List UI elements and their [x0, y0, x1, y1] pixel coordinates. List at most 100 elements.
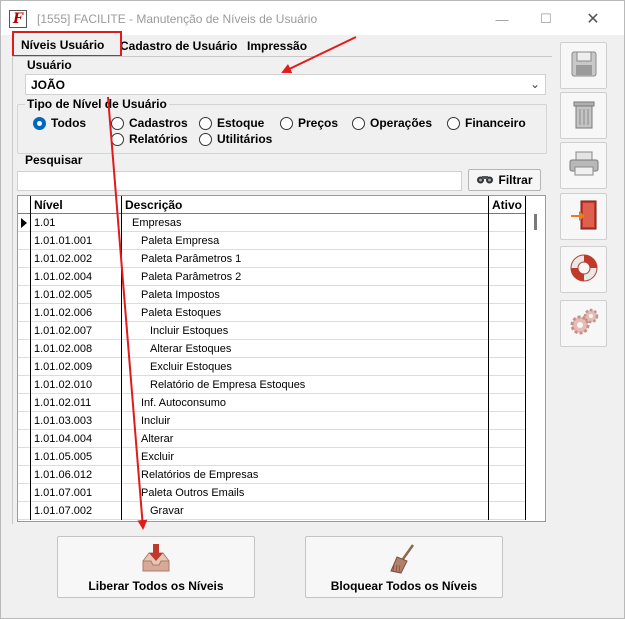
cell-ativo[interactable]: [489, 430, 526, 448]
cell-ativo[interactable]: [489, 394, 526, 412]
help-lifebuoy-icon: [568, 252, 600, 287]
cell-nivel: 1.01.02.006: [31, 304, 122, 322]
row-indicator: [18, 430, 31, 448]
table-row[interactable]: 1.01.02.002 Paleta Parâmetros 1: [18, 250, 526, 268]
search-input[interactable]: [17, 171, 462, 191]
cell-ativo[interactable]: [489, 466, 526, 484]
print-button[interactable]: [560, 142, 607, 189]
chevron-down-icon[interactable]: ⌄: [530, 77, 540, 91]
exit-button[interactable]: [560, 193, 607, 240]
table-row[interactable]: 1.01 Empresas: [18, 214, 526, 232]
radio-relatorios[interactable]: Relatórios: [111, 132, 188, 146]
table-row[interactable]: 1.01.02.006 Paleta Estoques: [18, 304, 526, 322]
cell-descricao: Paleta Parâmetros 1: [122, 250, 489, 268]
cell-descricao: Paleta Outros Emails: [122, 484, 489, 502]
radio-cadastros[interactable]: Cadastros: [111, 116, 188, 130]
usuario-select[interactable]: JOÃO ⌄: [25, 74, 546, 95]
usuario-select-value: JOÃO: [31, 78, 66, 92]
save-button[interactable]: [560, 42, 607, 89]
row-indicator: [18, 322, 31, 340]
table-row[interactable]: 1.01.07.002 Gravar: [18, 502, 526, 520]
table-row[interactable]: 1.01.02.009 Excluir Estoques: [18, 358, 526, 376]
table-row[interactable]: 1.01.02.004 Paleta Parâmetros 2: [18, 268, 526, 286]
cell-ativo[interactable]: [489, 412, 526, 430]
cell-descricao: Paleta Estoques: [122, 304, 489, 322]
cell-nivel: 1.01.07.001: [31, 484, 122, 502]
minimize-button[interactable]: —: [492, 9, 512, 29]
maximize-button[interactable]: ☐: [536, 9, 556, 29]
cell-ativo[interactable]: [489, 304, 526, 322]
radio-operacoes[interactable]: Operações: [352, 116, 432, 130]
row-indicator: [18, 232, 31, 250]
cell-ativo[interactable]: [489, 358, 526, 376]
row-indicator: [18, 376, 31, 394]
usuario-label: Usuário: [27, 58, 72, 72]
cell-ativo[interactable]: [489, 484, 526, 502]
radio-financeiro[interactable]: Financeiro: [447, 116, 526, 130]
niveis-grid[interactable]: Nível Descrição Ativo 1.01 Empresas 1.01.0…: [17, 195, 546, 522]
settings-button[interactable]: [560, 300, 607, 347]
table-row[interactable]: 1.01.06.012 Relatórios de Empresas: [18, 466, 526, 484]
table-row[interactable]: 1.01.02.008 Alterar Estoques: [18, 340, 526, 358]
radio-dot: [33, 116, 46, 130]
cell-ativo[interactable]: [489, 286, 526, 304]
row-indicator: [18, 502, 31, 520]
cell-ativo[interactable]: [489, 502, 526, 520]
table-row[interactable]: 1.01.05.005 Excluir: [18, 448, 526, 466]
grid-header: Nível Descrição Ativo: [18, 196, 526, 214]
bloquear-label: Bloquear Todos os Níveis: [330, 579, 478, 593]
table-row[interactable]: 1.01.04.004 Alterar: [18, 430, 526, 448]
cell-nivel: 1.01: [31, 214, 122, 232]
table-row[interactable]: 1.01.03.003 Incluir: [18, 412, 526, 430]
trash-icon: [569, 98, 599, 133]
table-row[interactable]: 1.01.01.001 Paleta Empresa: [18, 232, 526, 250]
cell-nivel: 1.01.02.008: [31, 340, 122, 358]
radio-precos[interactable]: Preços: [280, 116, 338, 130]
bloquear-todos-button[interactable]: Bloquear Todos os Níveis: [305, 536, 503, 598]
scrollbar-thumb[interactable]: [534, 214, 537, 230]
cell-ativo[interactable]: [489, 322, 526, 340]
cell-ativo[interactable]: [489, 250, 526, 268]
radio-dot: [111, 116, 124, 130]
cell-nivel: 1.01.02.010: [31, 376, 122, 394]
cell-nivel: 1.01.04.004: [31, 430, 122, 448]
cell-descricao: Paleta Impostos: [122, 286, 489, 304]
cell-ativo[interactable]: [489, 340, 526, 358]
radio-dot: [447, 116, 460, 130]
delete-button[interactable]: [560, 92, 607, 139]
menu-impressao[interactable]: Impressão: [247, 39, 307, 53]
table-row[interactable]: 1.01.02.010 Relatório de Empresa Estoques: [18, 376, 526, 394]
radio-utilitarios[interactable]: Utilitários: [199, 132, 272, 146]
table-row[interactable]: 1.01.02.011 Inf. Autoconsumo: [18, 394, 526, 412]
cell-descricao: Excluir: [122, 448, 489, 466]
grid-header-descricao[interactable]: Descrição: [122, 196, 489, 214]
cell-ativo[interactable]: [489, 214, 526, 232]
table-row[interactable]: 1.01.02.005 Paleta Impostos: [18, 286, 526, 304]
settings-gears-icon: [568, 306, 600, 341]
row-indicator: [18, 268, 31, 286]
grid-header-nivel[interactable]: Nível: [31, 196, 122, 214]
grid-header-ativo[interactable]: Ativo: [489, 196, 526, 214]
menu-cadastro-usuario[interactable]: Cadastro de Usuário: [120, 39, 237, 53]
unlock-tray-icon: [139, 543, 173, 578]
cell-nivel: 1.01.02.005: [31, 286, 122, 304]
cell-ativo[interactable]: [489, 376, 526, 394]
help-button[interactable]: [560, 246, 607, 293]
radio-dot: [199, 132, 212, 146]
liberar-todos-button[interactable]: Liberar Todos os Níveis: [57, 536, 255, 598]
cell-ativo[interactable]: [489, 232, 526, 250]
row-indicator: [18, 304, 31, 322]
table-row[interactable]: 1.01.02.007 Incluir Estoques: [18, 322, 526, 340]
cell-nivel: 1.01.02.007: [31, 322, 122, 340]
table-row[interactable]: 1.01.07.001 Paleta Outros Emails: [18, 484, 526, 502]
cell-nivel: 1.01.02.009: [31, 358, 122, 376]
close-button[interactable]: ✕: [583, 9, 603, 29]
radio-todos[interactable]: Todos: [33, 116, 86, 130]
radio-estoque[interactable]: Estoque: [199, 116, 264, 130]
row-indicator: [18, 214, 31, 232]
grid-scrollbar[interactable]: [528, 196, 545, 521]
cell-ativo[interactable]: [489, 448, 526, 466]
cell-ativo[interactable]: [489, 268, 526, 286]
filtrar-button[interactable]: Filtrar: [468, 169, 541, 191]
cell-descricao: Alterar: [122, 430, 489, 448]
